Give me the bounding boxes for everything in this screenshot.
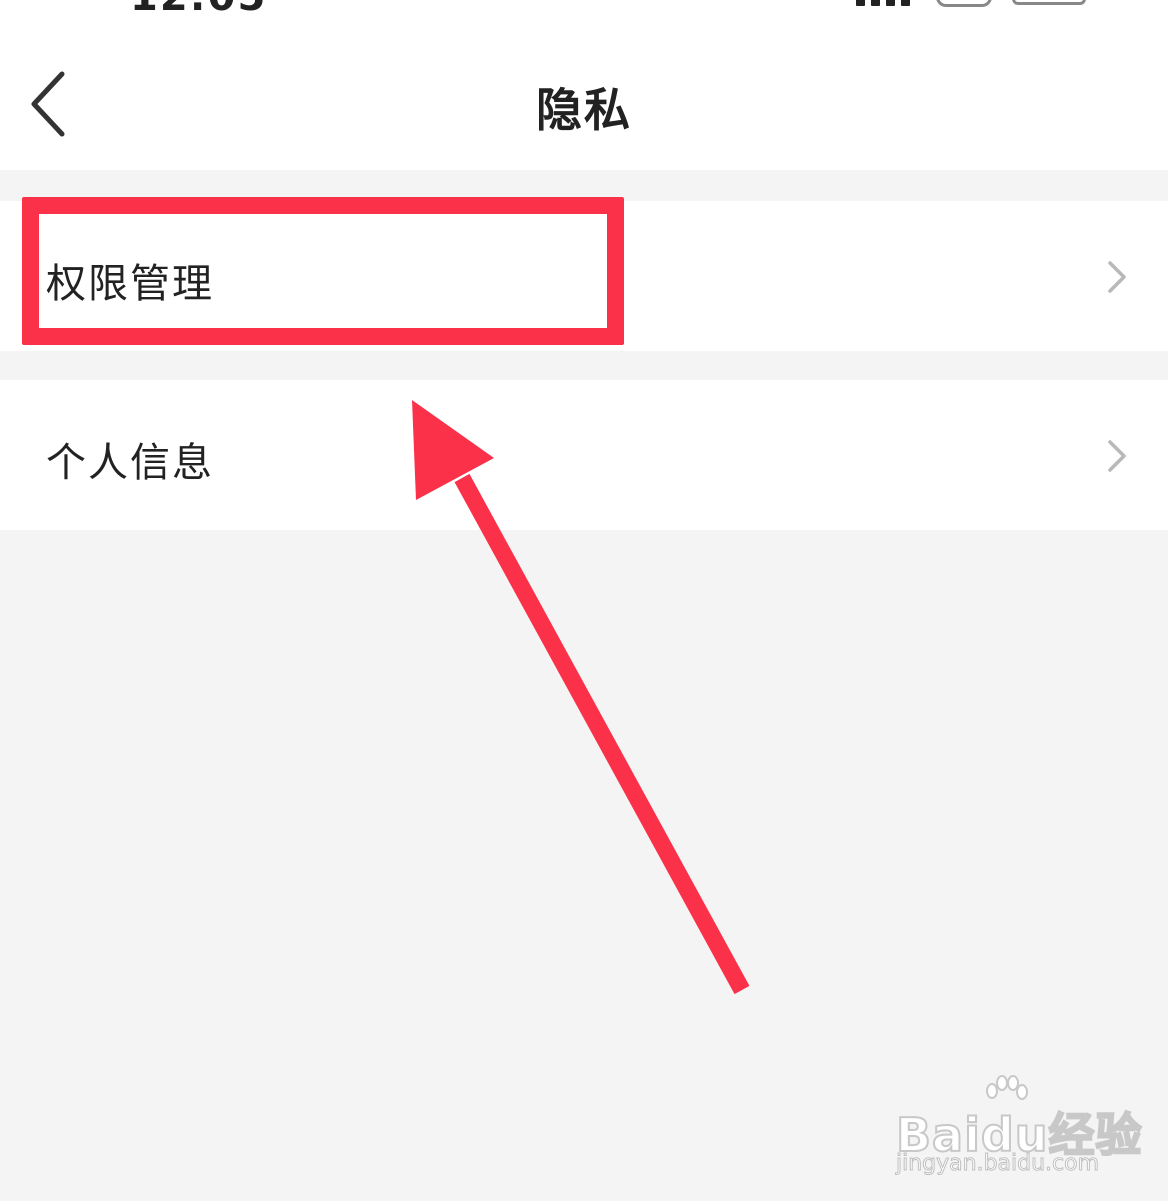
menu-item-personal-info[interactable]: 个人信息 [0, 380, 1168, 530]
status-bar: 12:05 [0, 0, 1168, 30]
network-icon [936, 0, 992, 7]
battery-icon [1012, 0, 1086, 5]
annotation-arrow [412, 400, 750, 995]
baidu-watermark: Baidu经验 jingyan.baidu.com [890, 1075, 1143, 1185]
chevron-right-icon [1108, 440, 1126, 472]
chevron-right-icon [1108, 261, 1126, 293]
signal-icon [856, 0, 910, 6]
menu-item-label: 个人信息 [46, 440, 214, 486]
page-title: 隐私 [536, 83, 632, 137]
watermark-url: jingyan.baidu.com [895, 1151, 1100, 1177]
highlight-box [22, 197, 624, 345]
nav-bar: 隐私 [0, 30, 1168, 170]
status-time: 12:05 [130, 0, 267, 20]
